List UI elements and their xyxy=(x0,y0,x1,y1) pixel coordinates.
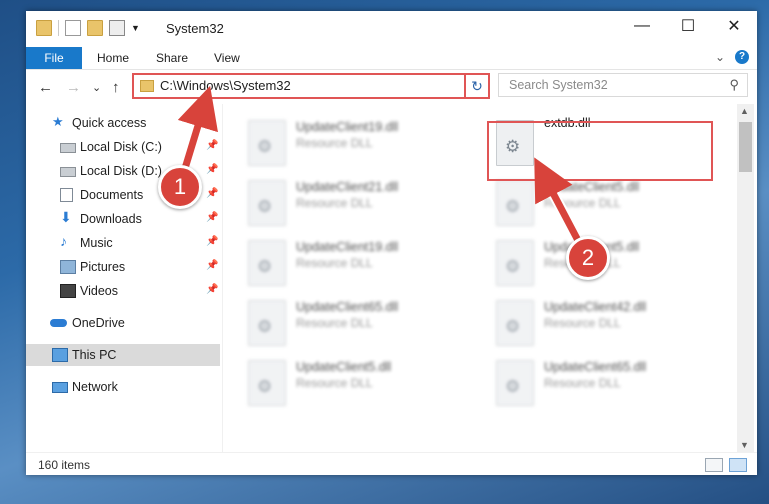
annotation-arrows xyxy=(177,85,589,256)
step-badge-2: 2 xyxy=(566,236,610,280)
step-badge-1: 1 xyxy=(158,165,202,209)
arrow-1 xyxy=(177,85,218,177)
